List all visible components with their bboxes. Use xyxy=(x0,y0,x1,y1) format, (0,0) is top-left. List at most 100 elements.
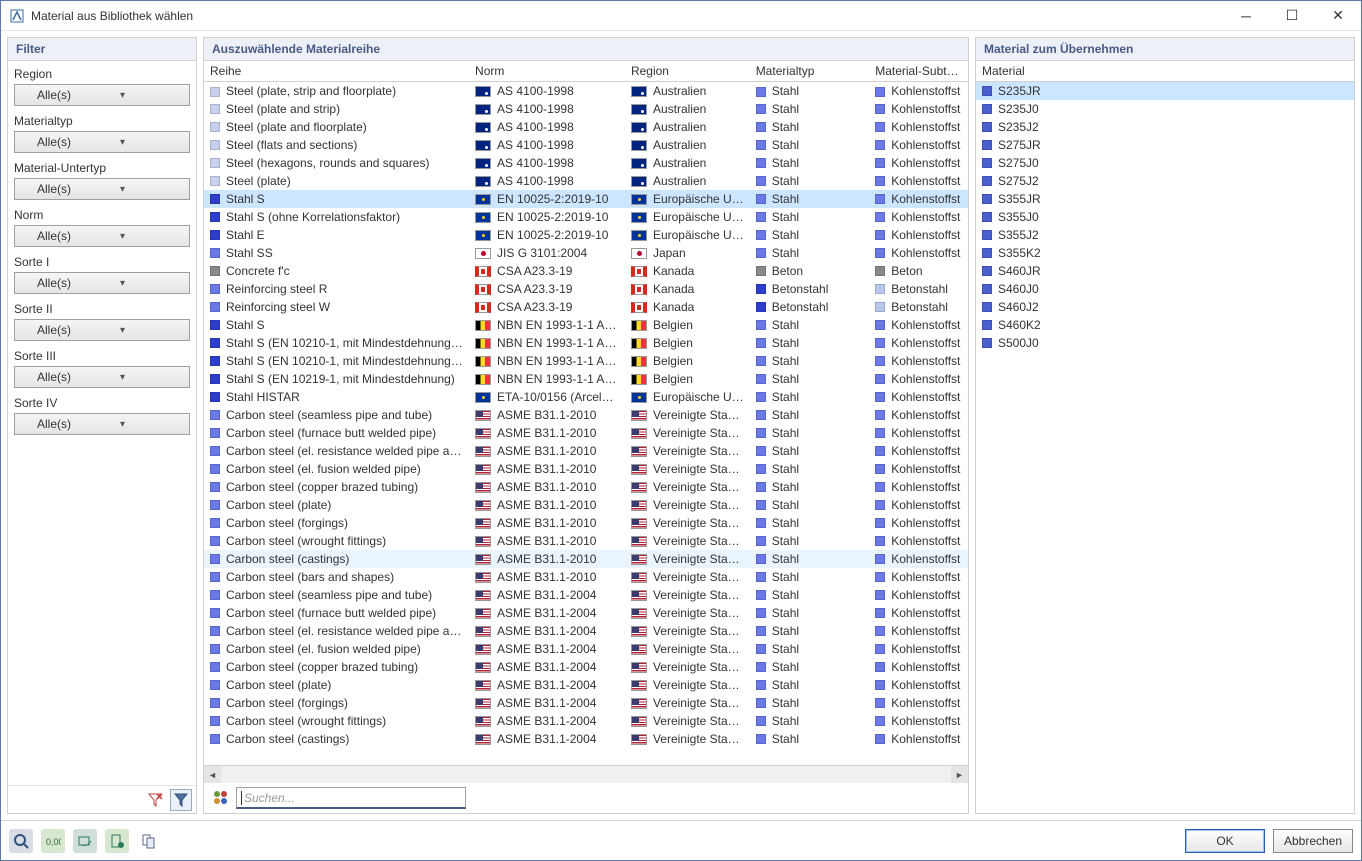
table-row[interactable]: Steel (flats and sections)AS 4100-1998Au… xyxy=(204,136,968,154)
scroll-left-button[interactable]: ◄ xyxy=(204,766,221,783)
material-item[interactable]: S460K2 xyxy=(976,316,1354,334)
flag-icon xyxy=(475,644,491,655)
filter-combo-3[interactable]: Alle(s)▾ xyxy=(14,225,190,247)
filter-combo-6[interactable]: Alle(s)▾ xyxy=(14,366,190,388)
table-row[interactable]: Stahl S (EN 10219-1, mit Mindestdehnung)… xyxy=(204,370,968,388)
filter-combo-2[interactable]: Alle(s)▾ xyxy=(14,178,190,200)
material-column-header[interactable]: Material xyxy=(976,61,1354,82)
table-row[interactable]: Stahl HISTARETA-10/0156 (ArcelorM...Euro… xyxy=(204,388,968,406)
material-item[interactable]: S500J0 xyxy=(976,334,1354,352)
flag-icon xyxy=(475,410,491,421)
table-row[interactable]: Stahl SSJIS G 3101:2004JapanStahlKohlens… xyxy=(204,244,968,262)
table-row[interactable]: Carbon steel (bars and shapes)ASME B31.1… xyxy=(204,568,968,586)
color-swatch xyxy=(982,266,992,276)
column-header[interactable]: Reihe xyxy=(204,61,469,82)
status-icon-2[interactable]: 0,00 xyxy=(41,829,65,853)
flag-icon xyxy=(631,248,647,259)
material-item[interactable]: S355JR xyxy=(976,190,1354,208)
material-item[interactable]: S355K2 xyxy=(976,244,1354,262)
material-item[interactable]: S460J2 xyxy=(976,298,1354,316)
material-item[interactable]: S275JR xyxy=(976,136,1354,154)
table-row[interactable]: Stahl SEN 10025-2:2019-10Europäische Uni… xyxy=(204,190,968,208)
table-row[interactable]: Stahl S (ohne Korrelationsfaktor)EN 1002… xyxy=(204,208,968,226)
table-row[interactable]: Carbon steel (forgings)ASME B31.1-2004Ve… xyxy=(204,694,968,712)
table-row[interactable]: Carbon steel (el. resistance welded pipe… xyxy=(204,442,968,460)
table-row[interactable]: Carbon steel (plate)ASME B31.1-2004Verei… xyxy=(204,676,968,694)
status-icon-3[interactable] xyxy=(73,829,97,853)
flag-icon xyxy=(631,194,647,205)
material-item[interactable]: S460J0 xyxy=(976,280,1354,298)
table-row[interactable]: Steel (plate and strip)AS 4100-1998Austr… xyxy=(204,100,968,118)
flag-icon xyxy=(631,626,647,637)
table-row[interactable]: Steel (hexagons, rounds and squares)AS 4… xyxy=(204,154,968,172)
table-row[interactable]: Carbon steel (copper brazed tubing)ASME … xyxy=(204,478,968,496)
column-header[interactable]: Region xyxy=(625,61,750,82)
table-row[interactable]: Carbon steel (el. resistance welded pipe… xyxy=(204,622,968,640)
flag-icon xyxy=(631,590,647,601)
material-item[interactable]: S235J2 xyxy=(976,118,1354,136)
color-swatch xyxy=(982,140,992,150)
table-row[interactable]: Stahl S (EN 10210-1, mit Mindestdehnung,… xyxy=(204,352,968,370)
status-icon-1[interactable] xyxy=(9,829,33,853)
material-item[interactable]: S355J0 xyxy=(976,208,1354,226)
status-icon-5[interactable] xyxy=(137,829,161,853)
column-header[interactable]: Materialtyp xyxy=(750,61,870,82)
table-row[interactable]: Carbon steel (seamless pipe and tube)ASM… xyxy=(204,406,968,424)
table-row[interactable]: Carbon steel (el. fusion welded pipe)ASM… xyxy=(204,640,968,658)
table-row[interactable]: Stahl S (EN 10210-1, mit Mindestdehnung,… xyxy=(204,334,968,352)
filter-combo-0[interactable]: Alle(s)▾ xyxy=(14,84,190,106)
table-row[interactable]: Stahl SNBN EN 1993-1-1 ANB:...BelgienSta… xyxy=(204,316,968,334)
table-row[interactable]: Carbon steel (wrought fittings)ASME B31.… xyxy=(204,532,968,550)
table-row[interactable]: Stahl EEN 10025-2:2019-10Europäische Uni… xyxy=(204,226,968,244)
table-row[interactable]: Carbon steel (wrought fittings)ASME B31.… xyxy=(204,712,968,730)
search-options-button[interactable] xyxy=(210,787,232,809)
table-row[interactable]: Reinforcing steel WCSA A23.3-19KanadaBet… xyxy=(204,298,968,316)
table-row[interactable]: Carbon steel (furnace butt welded pipe)A… xyxy=(204,424,968,442)
flag-icon xyxy=(475,518,491,529)
table-row[interactable]: Steel (plate, strip and floorplate)AS 41… xyxy=(204,82,968,100)
horizontal-scrollbar[interactable]: ◄ ► xyxy=(204,766,968,783)
table-row[interactable]: Reinforcing steel RCSA A23.3-19KanadaBet… xyxy=(204,280,968,298)
table-row[interactable]: Carbon steel (furnace butt welded pipe)A… xyxy=(204,604,968,622)
flag-icon xyxy=(631,446,647,457)
apply-filter-button[interactable] xyxy=(170,789,192,811)
table-row[interactable]: Steel (plate)AS 4100-1998AustralienStahl… xyxy=(204,172,968,190)
filter-label: Sorte III xyxy=(14,349,190,363)
table-row[interactable]: Carbon steel (plate)ASME B31.1-2010Verei… xyxy=(204,496,968,514)
filter-combo-5[interactable]: Alle(s)▾ xyxy=(14,319,190,341)
material-item[interactable]: S235JR xyxy=(976,82,1354,100)
filter-combo-1[interactable]: Alle(s)▾ xyxy=(14,131,190,153)
chevron-down-icon: ▾ xyxy=(102,419,185,430)
material-list[interactable]: S235JRS235J0S235J2S275JRS275J0S275J2S355… xyxy=(976,82,1354,813)
table-row[interactable]: Concrete f'cCSA A23.3-19KanadaBetonBeton xyxy=(204,262,968,280)
material-item[interactable]: S275J2 xyxy=(976,172,1354,190)
maximize-button[interactable]: ☐ xyxy=(1269,1,1315,31)
table-row[interactable]: Carbon steel (el. fusion welded pipe)ASM… xyxy=(204,460,968,478)
filter-combo-4[interactable]: Alle(s)▾ xyxy=(14,272,190,294)
table-row[interactable]: Carbon steel (seamless pipe and tube)ASM… xyxy=(204,586,968,604)
table-row[interactable]: Carbon steel (castings)ASME B31.1-2010Ve… xyxy=(204,550,968,568)
table-row[interactable]: Carbon steel (castings)ASME B31.1-2004Ve… xyxy=(204,730,968,748)
filter-combo-7[interactable]: Alle(s)▾ xyxy=(14,413,190,435)
search-input[interactable]: Suchen... xyxy=(236,787,466,809)
clear-filter-button[interactable] xyxy=(144,789,166,811)
scroll-right-button[interactable]: ► xyxy=(951,766,968,783)
material-item[interactable]: S235J0 xyxy=(976,100,1354,118)
material-item[interactable]: S275J0 xyxy=(976,154,1354,172)
close-button[interactable]: ✕ xyxy=(1315,1,1361,31)
material-item[interactable]: S355J2 xyxy=(976,226,1354,244)
series-grid-scroll[interactable]: ReiheNormRegionMaterialtypMaterial-Subty… xyxy=(204,61,968,766)
material-item[interactable]: S460JR xyxy=(976,262,1354,280)
status-icon-4[interactable] xyxy=(105,829,129,853)
column-header[interactable]: Norm xyxy=(469,61,625,82)
flag-icon xyxy=(631,356,647,367)
table-row[interactable]: Carbon steel (forgings)ASME B31.1-2010Ve… xyxy=(204,514,968,532)
flag-icon xyxy=(475,608,491,619)
ok-button[interactable]: OK xyxy=(1185,829,1265,853)
column-header[interactable]: Material-Subtyp xyxy=(869,61,968,82)
filter-label: Sorte I xyxy=(14,255,190,269)
cancel-button[interactable]: Abbrechen xyxy=(1273,829,1353,853)
table-row[interactable]: Steel (plate and floorplate)AS 4100-1998… xyxy=(204,118,968,136)
minimize-button[interactable]: ─ xyxy=(1223,1,1269,31)
table-row[interactable]: Carbon steel (copper brazed tubing)ASME … xyxy=(204,658,968,676)
